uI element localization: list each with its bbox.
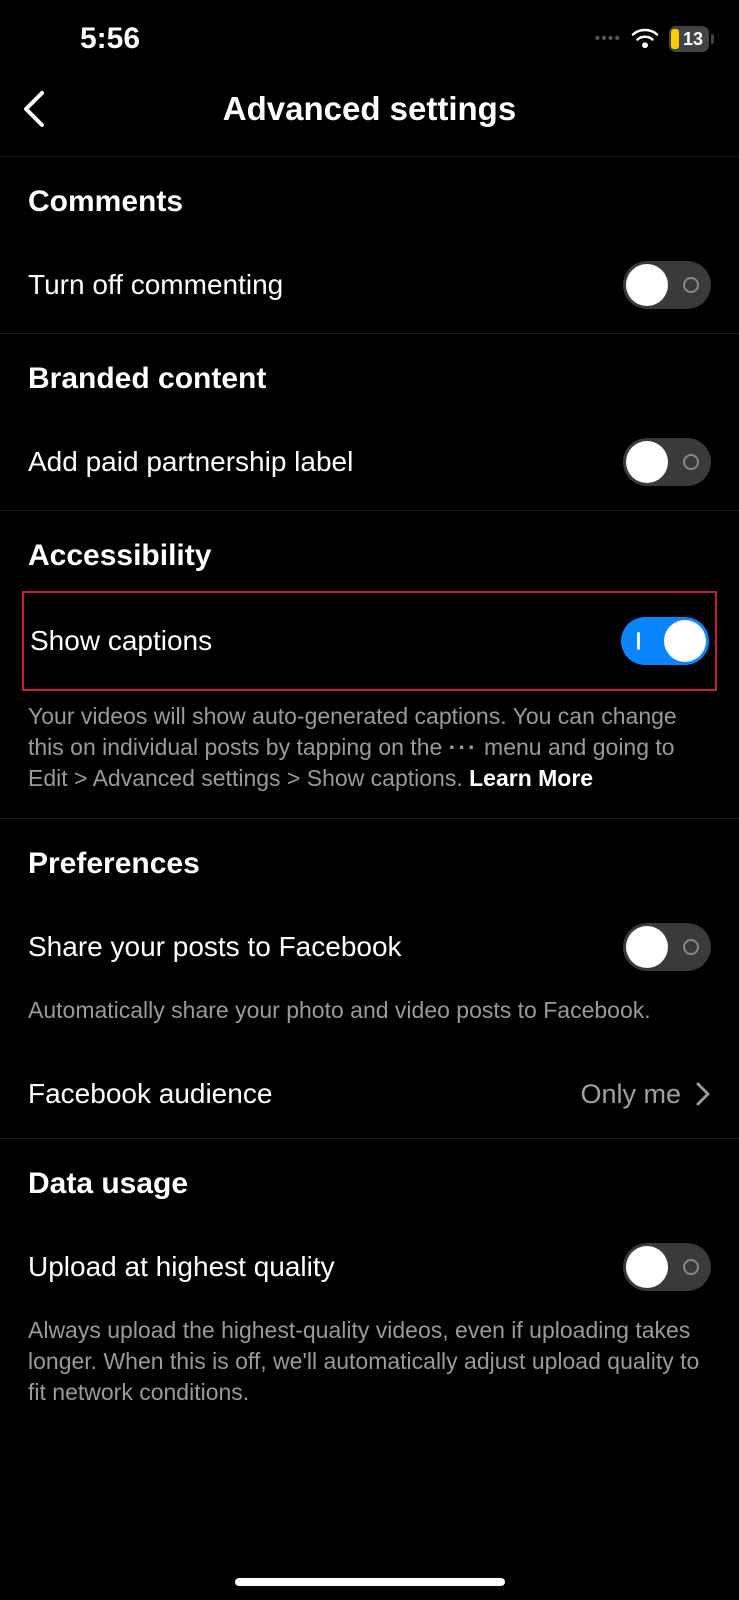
row-paid-partnership: Add paid partnership label [0,414,739,510]
toggle-on-indicator-icon [637,632,640,650]
upload-quality-description: Always upload the highest-quality videos… [0,1315,739,1432]
section-header-data-usage: Data usage [0,1139,739,1219]
toggle-knob [664,620,706,662]
wifi-icon [631,28,659,50]
row-turn-off-commenting: Turn off commenting [0,237,739,333]
toggle-off-indicator-icon [683,939,699,955]
page-header: Advanced settings [0,70,739,157]
home-indicator[interactable] [235,1578,505,1586]
toggle-knob [626,441,668,483]
turn-off-commenting-toggle[interactable] [623,261,711,309]
toggle-knob [626,1246,668,1288]
row-show-captions: Show captions [24,593,715,689]
toggle-knob [626,926,668,968]
paid-partnership-toggle[interactable] [623,438,711,486]
dots-icon: ··· [449,734,478,760]
page-title: Advanced settings [20,90,719,128]
section-header-branded: Branded content [0,334,739,414]
chevron-right-icon [695,1081,711,1107]
upload-quality-label: Upload at highest quality [28,1251,335,1283]
learn-more-link[interactable]: Learn More [469,765,593,791]
back-button[interactable] [20,89,50,129]
toggle-off-indicator-icon [683,454,699,470]
toggle-off-indicator-icon [683,1259,699,1275]
upload-quality-toggle[interactable] [623,1243,711,1291]
section-data-usage: Data usage Upload at highest quality Alw… [0,1139,739,1432]
paid-partnership-label: Add paid partnership label [28,446,353,478]
facebook-audience-label: Facebook audience [28,1078,272,1110]
toggle-off-indicator-icon [683,277,699,293]
show-captions-label: Show captions [30,625,212,657]
share-facebook-label: Share your posts to Facebook [28,931,402,963]
battery-indicator: 13 [669,26,709,52]
share-facebook-description: Automatically share your photo and video… [0,995,739,1050]
status-time: 5:56 [80,22,140,56]
row-share-to-facebook: Share your posts to Facebook [0,899,739,995]
battery-percent: 13 [683,29,703,50]
section-accessibility: Accessibility Show captions Your videos … [0,511,739,819]
share-facebook-toggle[interactable] [623,923,711,971]
status-bar: 5:56 •••• 13 [0,0,739,70]
show-captions-toggle[interactable] [621,617,709,665]
signal-dots-icon: •••• [595,30,621,48]
status-indicators: •••• 13 [595,26,709,52]
section-header-comments: Comments [0,157,739,237]
section-header-preferences: Preferences [0,819,739,899]
row-facebook-audience[interactable]: Facebook audience Only me [0,1050,739,1138]
turn-off-commenting-label: Turn off commenting [28,269,283,301]
highlight-show-captions: Show captions [22,591,717,691]
facebook-audience-value-wrap: Only me [580,1079,711,1110]
battery-fill [671,29,679,49]
section-comments: Comments Turn off commenting [0,157,739,334]
toggle-knob [626,264,668,306]
row-upload-quality: Upload at highest quality [0,1219,739,1315]
section-branded-content: Branded content Add paid partnership lab… [0,334,739,511]
show-captions-description: Your videos will show auto-generated cap… [0,701,739,818]
facebook-audience-value: Only me [580,1079,681,1110]
section-header-accessibility: Accessibility [0,511,739,591]
section-preferences: Preferences Share your posts to Facebook… [0,819,739,1139]
